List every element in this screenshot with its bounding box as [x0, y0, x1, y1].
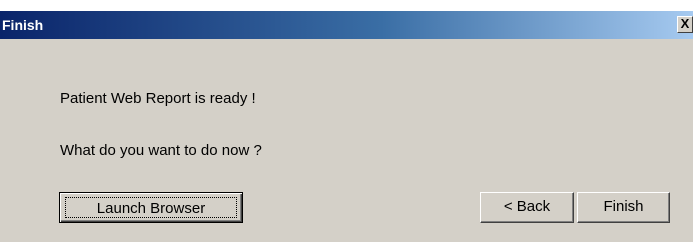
close-button[interactable]: X: [677, 16, 693, 33]
focus-rectangle: Launch Browser: [65, 197, 237, 218]
prompt-message: What do you want to do now ?: [60, 142, 262, 159]
close-icon: X: [680, 16, 690, 31]
back-button[interactable]: < Back: [480, 192, 574, 223]
finish-button[interactable]: Finish: [577, 192, 670, 223]
finish-button-label: Finish: [603, 198, 644, 215]
launch-browser-button[interactable]: Launch Browser: [59, 192, 243, 223]
back-button-label: < Back: [503, 198, 551, 215]
ready-message: Patient Web Report is ready !: [60, 90, 256, 107]
launch-browser-label: Launch Browser: [96, 200, 206, 217]
window-title: Finish: [2, 17, 44, 33]
title-bar[interactable]: Finish X: [0, 11, 693, 39]
finish-dialog: Finish X Patient Web Report is ready ! W…: [0, 11, 693, 242]
